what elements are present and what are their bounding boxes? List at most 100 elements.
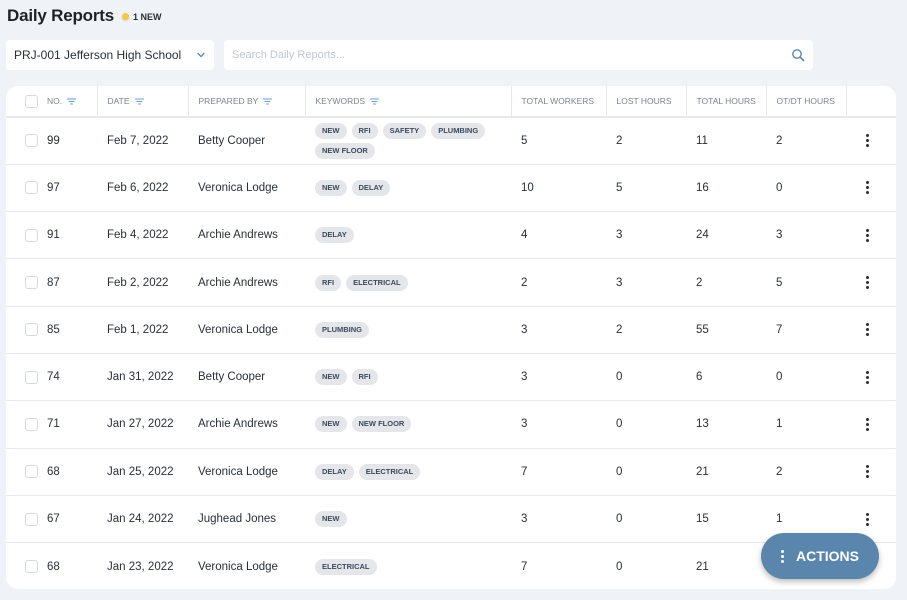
prepared-by: Betty Cooper <box>198 371 266 384</box>
keyword-chip[interactable]: RFI <box>351 369 378 386</box>
keyword-chip[interactable]: DELAY <box>315 227 354 244</box>
daily-reports-table: No. Date Prepared By Keywords Total Work… <box>6 86 896 589</box>
keyword-chip[interactable]: DELAY <box>315 463 354 480</box>
keyword-chip[interactable]: PLUMBING <box>431 122 486 139</box>
keyword-chip[interactable]: RFI <box>315 274 342 291</box>
row-checkbox[interactable] <box>25 181 38 195</box>
prepared-by: Archie Andrews <box>198 276 278 289</box>
select-cell <box>6 259 47 306</box>
select-cell <box>6 448 47 495</box>
select-cell <box>6 306 47 353</box>
report-date: Jan 24, 2022 <box>107 513 174 526</box>
keyword-chip[interactable]: NEW FLOOR <box>315 142 375 159</box>
filter-icon[interactable] <box>370 98 380 105</box>
column-header-total-hours[interactable]: Total Hours <box>686 86 767 117</box>
more-vertical-icon[interactable] <box>862 181 872 195</box>
lost-hours: 2 <box>616 323 623 336</box>
report-date: Jan 31, 2022 <box>107 371 174 384</box>
table-row[interactable]: 97 Feb 6, 2022 Veronica Lodge NEW DELAY 1… <box>6 164 896 212</box>
keywords-cell: ELECTRICAL <box>305 543 511 589</box>
column-header-no[interactable]: No. <box>47 86 98 117</box>
more-vertical-icon[interactable] <box>862 370 872 384</box>
filter-icon[interactable] <box>263 98 273 105</box>
select-cell <box>6 117 47 164</box>
filter-icon[interactable] <box>67 98 77 105</box>
total-workers: 4 <box>521 229 528 242</box>
column-header-keywords[interactable]: Keywords <box>305 86 512 117</box>
actions-button[interactable]: ACTIONS <box>761 533 879 579</box>
keywords-cell: NEW DELAY <box>305 164 511 211</box>
report-date: Jan 25, 2022 <box>107 465 174 478</box>
column-label: Lost Hours <box>616 96 672 106</box>
prepared-by: Betty Cooper <box>198 134 266 147</box>
row-checkbox[interactable] <box>25 560 38 574</box>
column-label: Keywords <box>315 96 366 106</box>
more-vertical-icon[interactable] <box>862 417 872 431</box>
search-icon[interactable] <box>791 48 805 62</box>
table-row[interactable]: 74 Jan 31, 2022 Betty Cooper NEW RFI 3 0 … <box>6 353 896 401</box>
keyword-chips: DELAY <box>315 227 500 244</box>
row-checkbox[interactable] <box>25 417 38 431</box>
lost-hours: 0 <box>616 465 623 478</box>
row-actions-cell <box>846 164 896 211</box>
more-vertical-icon[interactable] <box>862 465 872 479</box>
column-header-date[interactable]: Date <box>97 86 189 117</box>
table-row[interactable]: 85 Feb 1, 2022 Veronica Lodge PLUMBING 3… <box>6 306 896 354</box>
keywords-cell: NEW <box>305 495 511 542</box>
page-title: Daily Reports <box>7 6 114 25</box>
keyword-chip[interactable]: NEW <box>315 416 347 433</box>
prepared-by: Veronica Lodge <box>198 465 278 478</box>
total-workers: 10 <box>521 181 534 194</box>
row-checkbox[interactable] <box>25 465 38 479</box>
keyword-chip[interactable]: PLUMBING <box>315 321 369 338</box>
report-date: Feb 6, 2022 <box>107 181 169 194</box>
keyword-chip[interactable]: SAFETY <box>382 122 427 139</box>
more-vertical-icon[interactable] <box>862 276 872 290</box>
keyword-chip[interactable]: NEW <box>315 511 347 528</box>
column-header-actions <box>846 86 896 117</box>
keyword-chip[interactable]: ELECTRICAL <box>346 274 408 291</box>
column-header-ot-dt-hours[interactable]: OT/DT Hours <box>766 86 847 117</box>
lost-hours: 0 <box>616 513 623 526</box>
keyword-chip[interactable]: ELECTRICAL <box>315 558 377 575</box>
column-header-total-workers[interactable]: Total Workers <box>511 86 607 117</box>
prepared-by: Veronica Lodge <box>198 323 278 336</box>
select-all-checkbox[interactable] <box>25 94 38 108</box>
select-cell <box>6 212 47 259</box>
keyword-chip[interactable]: NEW <box>315 122 347 139</box>
keyword-chip[interactable]: NEW <box>315 179 347 196</box>
column-header-prepared-by[interactable]: Prepared By <box>188 86 306 117</box>
row-checkbox[interactable] <box>25 323 38 337</box>
keyword-chip[interactable]: ELECTRICAL <box>358 463 421 480</box>
column-header-lost-hours[interactable]: Lost Hours <box>606 86 687 117</box>
row-checkbox[interactable] <box>25 276 38 290</box>
more-vertical-icon[interactable] <box>862 134 872 148</box>
keyword-chip[interactable]: NEW FLOOR <box>351 416 412 433</box>
table-row[interactable]: 91 Feb 4, 2022 Archie Andrews DELAY 4 3 … <box>6 212 896 259</box>
page-header: Daily Reports 1 NEW <box>7 6 162 26</box>
row-actions-cell <box>846 306 896 353</box>
row-checkbox[interactable] <box>25 512 38 526</box>
table-row[interactable]: 67 Jan 24, 2022 Jughead Jones NEW 3 0 15… <box>6 495 896 543</box>
table-row[interactable]: 87 Feb 2, 2022 Archie Andrews RFI ELECTRI… <box>6 259 896 307</box>
project-select[interactable]: PRJ-001 Jefferson High School <box>6 40 214 70</box>
keyword-chip[interactable]: DELAY <box>351 179 391 196</box>
ot-dt-hours: 2 <box>776 465 783 478</box>
row-checkbox[interactable] <box>25 228 38 242</box>
table-row[interactable]: 99 Feb 7, 2022 Betty Cooper NEW RFI SAFETY… <box>6 117 896 165</box>
prepared-by: Archie Andrews <box>198 229 278 242</box>
report-number: 74 <box>47 371 60 384</box>
filter-icon[interactable] <box>134 98 144 105</box>
more-vertical-icon[interactable] <box>862 512 872 526</box>
keyword-chips: PLUMBING <box>315 321 500 338</box>
select-cell <box>6 495 47 542</box>
row-checkbox[interactable] <box>25 134 38 148</box>
row-checkbox[interactable] <box>25 370 38 384</box>
more-vertical-icon[interactable] <box>862 323 872 337</box>
keyword-chip[interactable]: RFI <box>351 122 378 139</box>
more-vertical-icon[interactable] <box>862 228 872 242</box>
search-input[interactable] <box>232 49 791 61</box>
table-row[interactable]: 68 Jan 25, 2022 Veronica Lodge DELAY ELEC… <box>6 448 896 496</box>
table-row[interactable]: 71 Jan 27, 2022 Archie Andrews NEW NEW FL… <box>6 401 896 449</box>
keyword-chip[interactable]: NEW <box>315 369 347 386</box>
